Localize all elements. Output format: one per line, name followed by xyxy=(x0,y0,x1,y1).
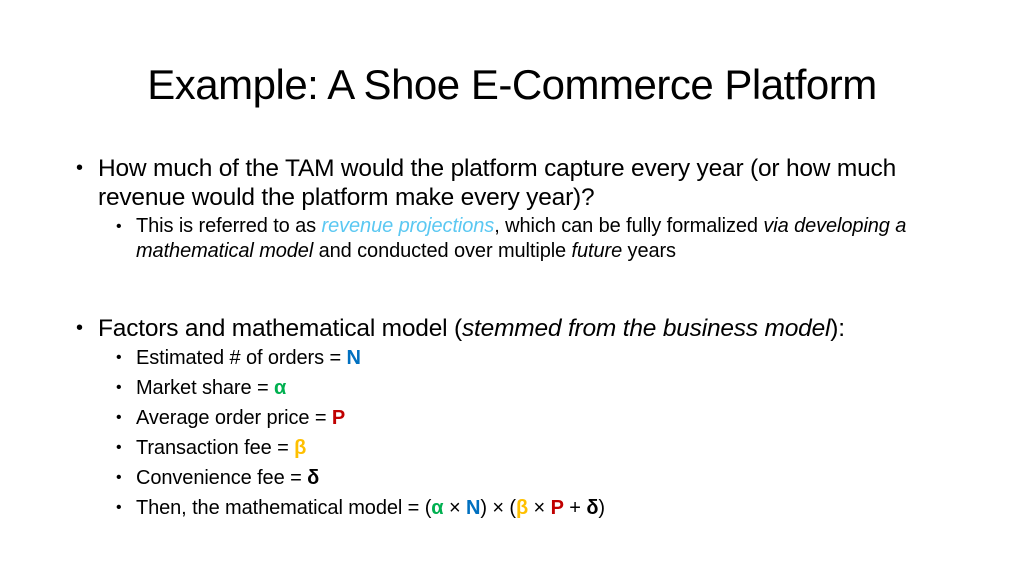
tam-question-text: How much of the TAM would the platform c… xyxy=(98,155,897,211)
factor-item-order-price: • Average order price = P xyxy=(74,403,964,433)
revenue-projections-highlight: revenue projections xyxy=(321,215,495,237)
bullet-icon: • xyxy=(76,317,83,339)
symbol-N: N xyxy=(346,347,361,369)
bullet-icon: • xyxy=(116,379,122,396)
model-label: Then, the mathematical model = xyxy=(136,497,425,519)
sub-italic-future: future xyxy=(571,240,623,262)
bullet-icon: • xyxy=(116,439,122,456)
bullet-icon: • xyxy=(116,469,122,486)
factors-italic: stemmed from the business model xyxy=(461,315,831,342)
symbol-delta: δ xyxy=(586,497,599,519)
factor-label: Market share = xyxy=(136,377,275,399)
bullet-icon: • xyxy=(116,499,122,516)
sub-prefix: This is referred to as xyxy=(136,215,322,237)
symbol-delta: δ xyxy=(307,467,320,489)
sub-middle: , which can be fully formalized xyxy=(494,215,764,237)
paren-close: ) xyxy=(598,497,605,519)
factor-label: Transaction fee = xyxy=(136,437,295,459)
symbol-alpha: α xyxy=(431,497,444,519)
factor-label: Convenience fee = xyxy=(136,467,308,489)
factor-item-transaction-fee: • Transaction fee = β xyxy=(74,433,964,463)
symbol-N: N xyxy=(465,497,481,519)
bullet-icon: • xyxy=(116,409,122,426)
slide-body: • How much of the TAM would the platform… xyxy=(74,154,964,523)
sub-suffix: years xyxy=(622,240,677,262)
factor-label: Estimated # of orders = xyxy=(136,347,347,369)
factors-suffix: ): xyxy=(830,315,845,342)
paren-close-times: ) × ( xyxy=(480,497,516,519)
symbol-beta: β xyxy=(515,497,529,519)
slide-title: Example: A Shoe E-Commerce Platform xyxy=(147,61,877,108)
symbol-P: P xyxy=(550,497,564,519)
symbol-P: P xyxy=(331,407,346,429)
times-sign: × xyxy=(443,497,466,519)
times-sign: × xyxy=(528,497,551,519)
factor-label: Average order price = xyxy=(136,407,332,429)
plus-sign: + xyxy=(563,497,587,519)
sub-middle2: and conducted over multiple xyxy=(313,240,572,262)
factors-prefix: Factors and mathematical model ( xyxy=(98,315,462,342)
symbol-alpha: α xyxy=(274,377,287,399)
slide: Example: A Shoe E-Commerce Platform • Ho… xyxy=(0,0,1024,576)
factor-item-market-share: • Market share = α xyxy=(74,373,964,403)
bullet-icon: • xyxy=(76,157,83,179)
bullet-icon: • xyxy=(116,349,122,366)
bullet-icon: • xyxy=(116,218,122,235)
symbol-beta: β xyxy=(294,437,307,459)
bullet-tam-question: • How much of the TAM would the platform… xyxy=(74,154,964,212)
bullet-factors: • Factors and mathematical model (stemme… xyxy=(74,314,964,343)
factor-item-orders: • Estimated # of orders = N xyxy=(74,343,964,373)
factor-item-convenience-fee: • Convenience fee = δ xyxy=(74,463,964,493)
bullet-revenue-projections: • This is referred to as revenue project… xyxy=(74,214,964,264)
factor-item-model: • Then, the mathematical model = (α × N)… xyxy=(74,493,964,523)
